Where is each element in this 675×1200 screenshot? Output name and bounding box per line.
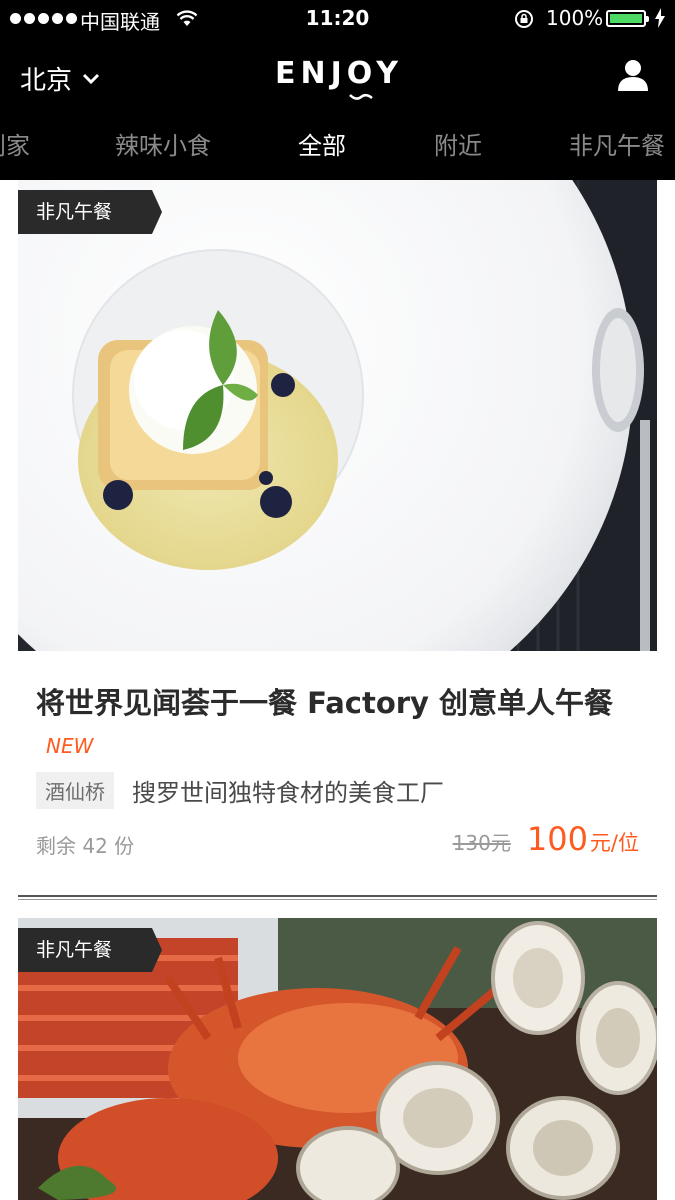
logo-smile-mark	[349, 94, 373, 100]
dessert-plate-image	[18, 180, 657, 651]
new-badge: NEW	[46, 734, 94, 758]
city-selector[interactable]: 北京	[20, 60, 100, 97]
deal-description: 搜罗世间独特食材的美食工厂	[132, 778, 444, 807]
battery-percent: 100%	[546, 6, 604, 30]
status-bar: 中国联通 11:20 100%	[0, 0, 675, 36]
rotation-lock-icon	[515, 10, 533, 28]
deal-title: 将世界见闻荟于一餐 Factory 创意单人午餐 NEW	[36, 683, 636, 766]
remaining-count: 剩余 42 份	[36, 834, 135, 858]
price-unit: 元/位	[589, 831, 639, 855]
tab-all[interactable]: 全部	[298, 126, 346, 161]
charging-bolt-icon	[655, 8, 665, 28]
location-badge: 酒仙桥	[36, 771, 114, 809]
enjoy-logo: ENJOY	[275, 56, 401, 106]
battery-level-fill	[610, 14, 642, 23]
location-row: 酒仙桥 搜罗世间独特食材的美食工厂	[36, 771, 444, 809]
card-divider	[18, 895, 657, 900]
city-label: 北京	[20, 66, 73, 96]
tab-spicy-snacks[interactable]: 辣味小食	[115, 126, 211, 161]
original-price: 130元	[452, 831, 511, 855]
chevron-down-icon	[82, 73, 100, 84]
tab-special-lunch[interactable]: 非凡午餐	[569, 126, 665, 161]
deal-title-text: 将世界见闻荟于一餐 Factory 创意单人午餐	[36, 686, 614, 720]
category-tag: 非凡午餐	[18, 190, 162, 234]
tab-bie-jia[interactable]: 别家	[0, 126, 30, 161]
category-tag: 非凡午餐	[18, 928, 162, 972]
user-icon[interactable]	[616, 58, 650, 92]
battery-icon	[606, 10, 649, 27]
logo-text: ENJOY	[275, 56, 403, 91]
current-price: 100	[526, 820, 588, 858]
tab-nearby[interactable]: 附近	[434, 126, 482, 161]
dish-photo	[18, 180, 657, 651]
price-row: 130元 100 元/位	[453, 820, 639, 858]
app-header: 北京 ENJOY 别家 辣味小食 全部 附近 非凡午餐	[0, 36, 675, 180]
category-tabs: 别家 辣味小食 全部 附近 非凡午餐	[0, 126, 675, 176]
